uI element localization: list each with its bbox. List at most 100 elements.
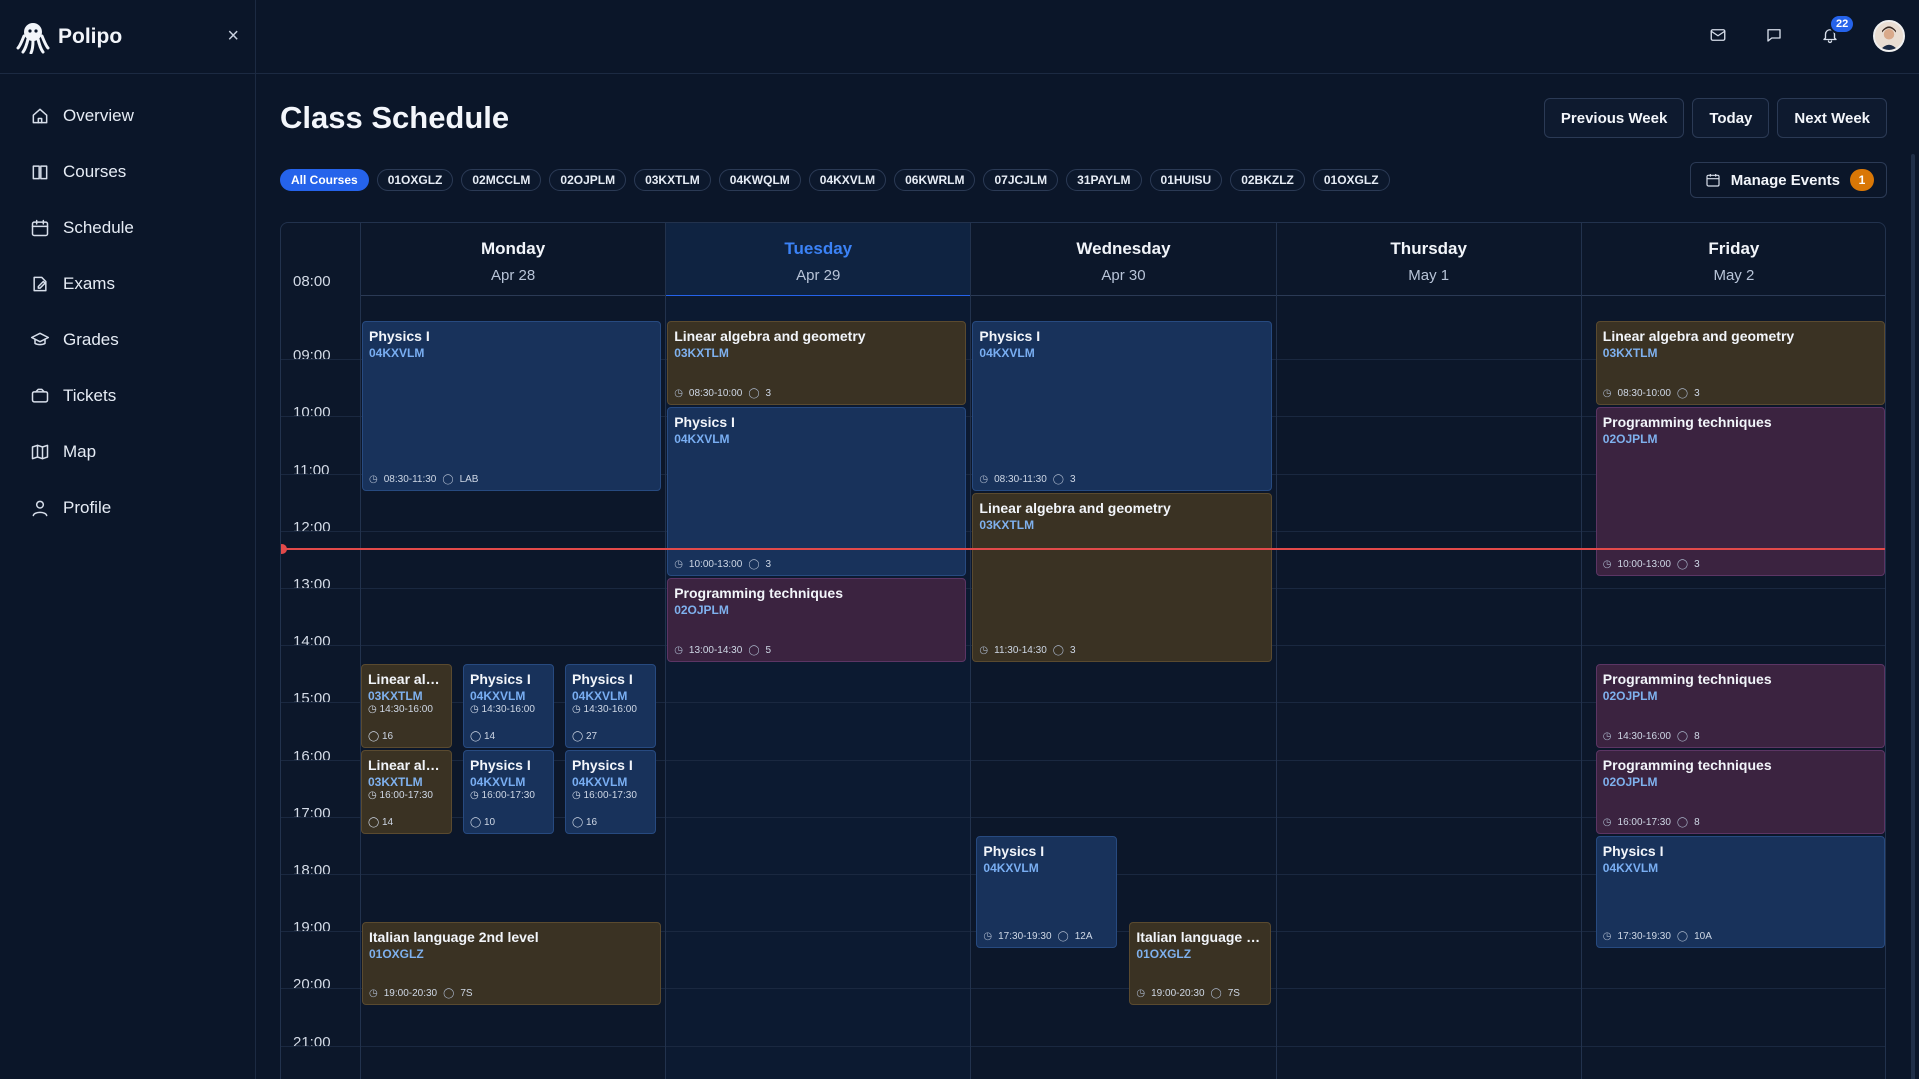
calendar-event[interactable]: Physics I 04KXVLM ◷ 08:30-11:30 ◯ 3 — [972, 321, 1272, 491]
filter-chip-01oxglz[interactable]: 01OXGLZ — [1312, 169, 1390, 191]
current-time-indicator — [281, 543, 1885, 554]
filter-chip-07jcjlm[interactable]: 07JCJLM — [983, 169, 1059, 191]
calendar-event[interactable]: Physics I 04KXVLM ◷ 17:30-19:30 ◯ 12A — [976, 835, 1118, 949]
day-header[interactable]: Tuesday Apr 29 — [666, 223, 971, 296]
sidebar-item-courses[interactable]: Courses — [0, 144, 255, 200]
filter-chip-03kxtlm[interactable]: 03KXTLM — [634, 169, 711, 191]
sidebar-item-map[interactable]: Map — [0, 424, 255, 480]
next-week-button[interactable]: Next Week — [1777, 98, 1887, 138]
hour-gridline — [361, 874, 666, 875]
main-content: Class Schedule Previous Week Today Next … — [256, 74, 1919, 1079]
sidebar-item-exams[interactable]: Exams — [0, 256, 255, 312]
calendar-event[interactable]: Programming techniques 02OJPLM ◷ 14:30-1… — [1595, 664, 1885, 748]
calendar-event[interactable]: Linear alg... 03KXTLM ◷ 14:30-16:00 ◯ 16 — [361, 664, 452, 748]
filter-chip-04kxvlm[interactable]: 04KXVLM — [808, 169, 887, 191]
filter-chip-01huisu[interactable]: 01HUISU — [1149, 169, 1223, 191]
day-header[interactable]: Wednesday Apr 30 — [971, 223, 1276, 296]
clock-icon: ◷ — [1136, 988, 1146, 1000]
time-label: 11:00 — [293, 461, 330, 479]
calendar-event[interactable]: Linear alg... 03KXTLM ◷ 16:00-17:30 ◯ 14 — [361, 750, 452, 834]
day-name: Tuesday — [784, 239, 853, 258]
event-time-text: 17:30-19:30 — [1617, 931, 1671, 943]
event-time-text: 08:30-10:00 — [1617, 387, 1671, 399]
sidebar-item-tickets[interactable]: Tickets — [0, 368, 255, 424]
filter-chip-02mcclm[interactable]: 02MCCLM — [461, 169, 542, 191]
hour-gridline — [1276, 416, 1581, 418]
time-label: 14:00 — [293, 633, 331, 651]
manage-events-button[interactable]: Manage Events 1 — [1689, 162, 1887, 198]
event-room-text: 16 — [585, 816, 598, 828]
calendar-event[interactable]: Linear algebra and geometry 03KXTLM ◷ 08… — [1595, 321, 1885, 405]
bell-icon[interactable]: 22 — [1821, 14, 1856, 46]
calendar-event[interactable]: Linear algebra and geometry 03KXTLM ◷ 11… — [972, 492, 1272, 663]
day-header[interactable]: Monday Apr 28 — [361, 223, 666, 296]
event-title: Programming techniques — [1602, 671, 1772, 688]
hour-gridline — [281, 702, 360, 704]
event-course-code: 04KXVLM — [979, 346, 1035, 360]
sidebar-item-schedule[interactable]: Schedule — [0, 200, 255, 256]
day-header[interactable]: Thursday May 1 — [1276, 223, 1581, 296]
calendar-event[interactable]: Physics I 04KXVLM ◷ 08:30-11:30 ◯ LAB — [362, 321, 662, 491]
hour-gridline — [281, 359, 360, 361]
filter-chip-31paylm[interactable]: 31PAYLM — [1066, 169, 1142, 191]
mail-icon[interactable] — [1709, 26, 1729, 46]
event-title: Programming techniques — [1602, 757, 1772, 773]
scrollbar[interactable] — [1911, 154, 1915, 1079]
hour-gridline — [666, 988, 971, 990]
today-button[interactable]: Today — [1692, 98, 1770, 138]
calendar-event[interactable]: Programming techniques 02OJPLM ◷ 13:00-1… — [667, 578, 967, 663]
octopus-logo-icon[interactable] — [16, 20, 50, 54]
calendar-event[interactable]: Linear algebra and geometry 03KXTLM ◷ 08… — [667, 321, 967, 405]
close-sidebar-icon[interactable]: × — [227, 25, 239, 48]
filter-chip-all[interactable]: All Courses — [280, 169, 369, 191]
time-label: 12:00 — [293, 518, 331, 536]
app-name: Polipo — [58, 24, 123, 48]
time-label: 21:00 — [293, 1033, 331, 1051]
calendar-event[interactable]: Physics I 04KXVLM ◷ 10:00-13:00 ◯ 3 — [667, 406, 967, 577]
location-icon: ◯ — [443, 988, 455, 1000]
filter-chip-04kwqlm[interactable]: 04KWQLM — [718, 169, 801, 191]
calendar-event[interactable]: Italian language 2... 01OXGLZ ◷ 19:00-20… — [1129, 921, 1272, 1006]
sidebar-item-profile[interactable]: Profile — [0, 480, 255, 536]
hour-gridline — [971, 1045, 1276, 1047]
clock-icon: ◷ — [1602, 816, 1612, 828]
sidebar-item-label: Exams — [63, 274, 115, 293]
hour-gridline — [1276, 931, 1581, 933]
event-meta: ◷ 17:30-19:30 ◯ 12A — [983, 931, 1092, 942]
event-title: Physics I — [983, 842, 1045, 859]
clock-icon: ◷ — [674, 387, 683, 399]
location-icon: ◯ — [1057, 931, 1069, 943]
calendar-event[interactable]: Italian language 2nd level 01OXGLZ ◷ 19:… — [362, 921, 662, 1006]
calendar-event[interactable]: Physics I 04KXVLM ◷ 16:00-17:30 ◯ 10 — [463, 750, 554, 834]
hour-gridline — [971, 816, 1276, 818]
filter-chip-06kwrlm[interactable]: 06KWRLM — [894, 169, 976, 191]
event-course-code: 02OJPLM — [1602, 431, 1658, 446]
time-label: 13:00 — [293, 576, 331, 593]
user-avatar[interactable] — [1873, 20, 1905, 52]
previous-week-button[interactable]: Previous Week — [1543, 98, 1685, 138]
location-icon: ◯ — [748, 559, 760, 571]
hour-gridline — [666, 1045, 971, 1047]
day-name: Thursday — [1390, 239, 1467, 258]
calendar-event[interactable]: Physics I 04KXVLM ◷ 14:30-16:00 ◯ 27 — [565, 664, 656, 748]
event-meta: ◷ 16:00-17:30 ◯ 8 — [1603, 817, 1700, 828]
sidebar-item-overview[interactable]: Overview — [0, 88, 255, 144]
calendar-event[interactable]: Physics I 04KXVLM ◷ 16:00-17:30 ◯ 16 — [565, 750, 656, 834]
filter-chip-01oxglz[interactable]: 01OXGLZ — [376, 169, 454, 191]
hour-gridline — [666, 931, 971, 933]
calendar-event[interactable]: Physics I 04KXVLM ◷ 14:30-16:00 ◯ 14 — [463, 664, 554, 748]
filter-chip-02bkzlz[interactable]: 02BKZLZ — [1230, 169, 1305, 191]
user-icon — [32, 500, 48, 517]
calendar-event[interactable]: Physics I 04KXVLM ◷ 17:30-19:30 ◯ 10A — [1595, 835, 1885, 949]
event-course-code: 02OJPLM — [1602, 775, 1658, 789]
calendar-event[interactable]: Programming techniques 02OJPLM ◷ 10:00-1… — [1595, 406, 1885, 577]
location-icon: ◯ — [1676, 730, 1689, 742]
hour-gridline — [1276, 1045, 1581, 1047]
calendar-event[interactable]: Programming techniques 02OJPLM ◷ 16:00-1… — [1595, 750, 1885, 834]
filter-chip-02ojplm[interactable]: 02OJPLM — [549, 169, 627, 191]
location-icon: ◯ — [1210, 988, 1222, 1000]
chat-icon[interactable] — [1765, 26, 1785, 46]
day-header[interactable]: Friday May 2 — [1581, 223, 1885, 296]
time-label: 19:00 — [293, 919, 331, 937]
sidebar-item-grades[interactable]: Grades — [0, 312, 255, 368]
